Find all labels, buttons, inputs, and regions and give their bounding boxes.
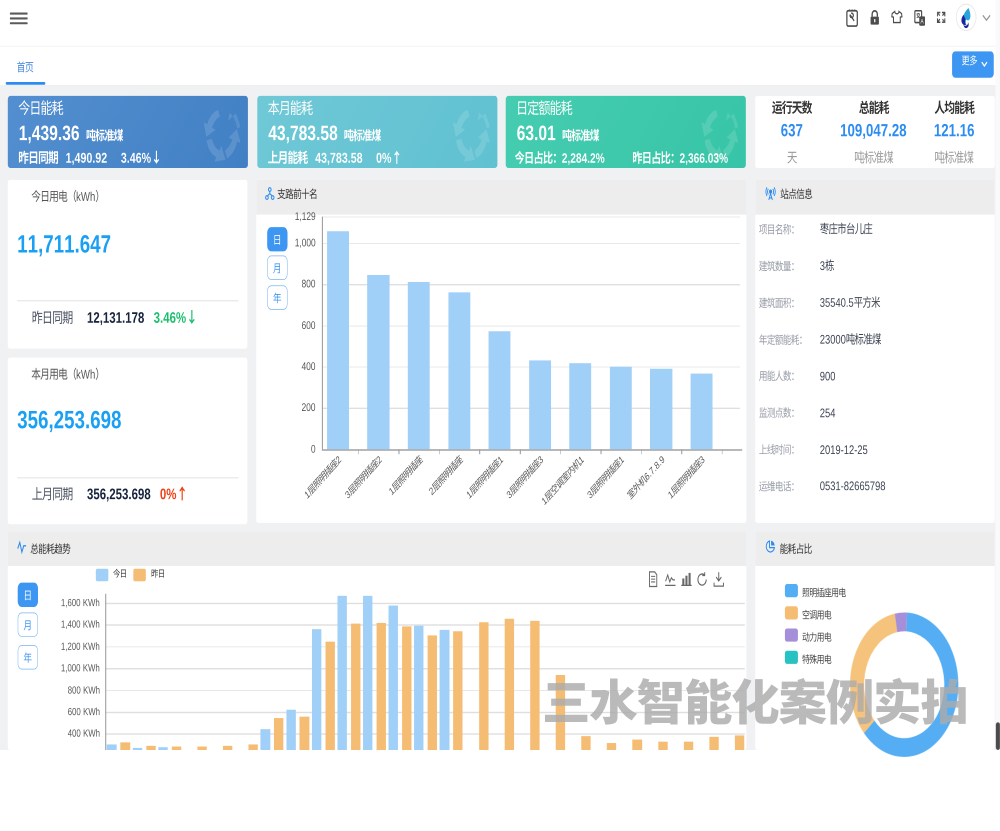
svg-text:A: A	[921, 19, 924, 26]
